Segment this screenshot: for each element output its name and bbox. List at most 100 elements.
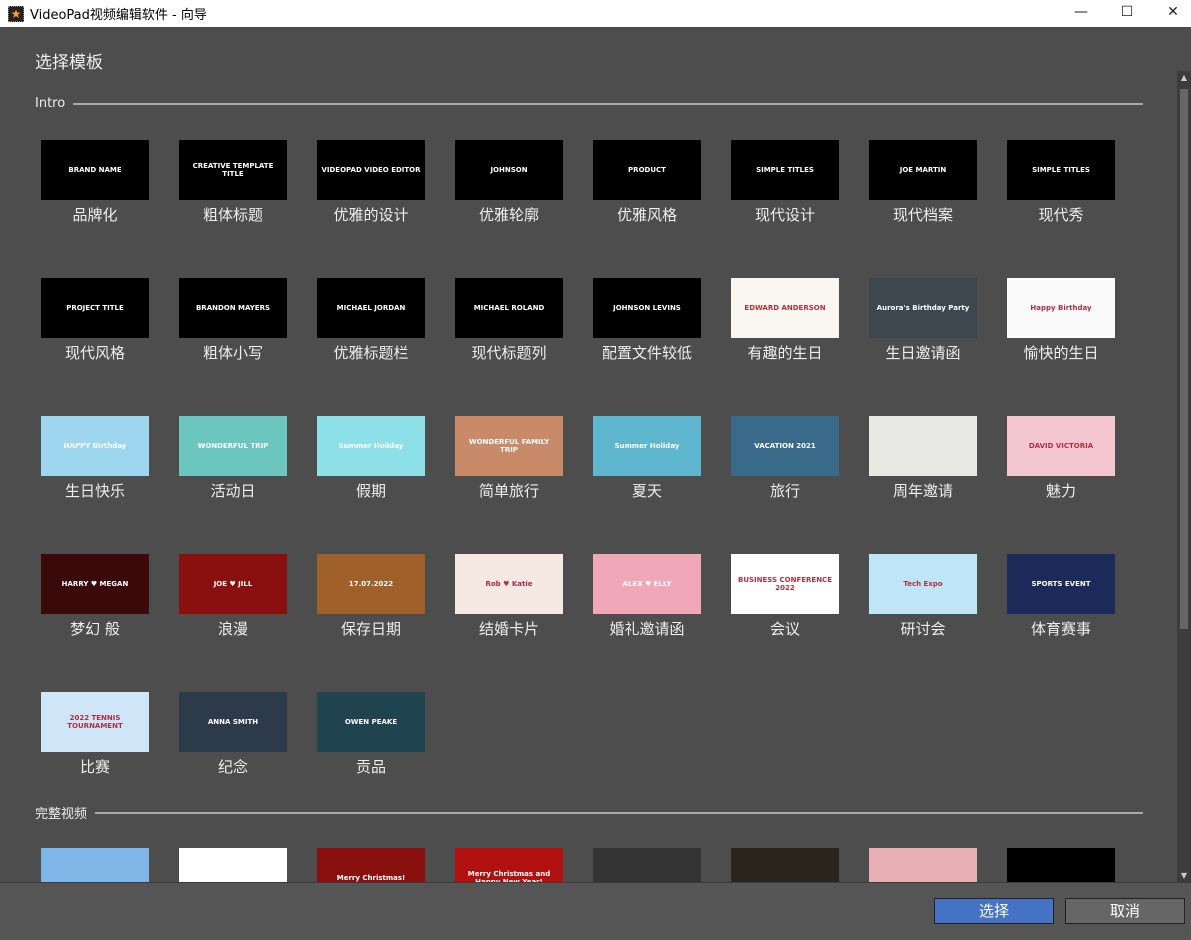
template-tile[interactable]: Tech Expo 研讨会 (869, 554, 977, 639)
template-thumbnail[interactable]: ANNA SMITH (179, 692, 287, 752)
template-thumbnail[interactable]: MICHAEL JORDAN (317, 278, 425, 338)
template-tile[interactable]: JOHNSON LEVINS 配置文件较低 (593, 278, 701, 363)
template-tile[interactable]: ALEX ♥ ELLY 婚礼邀请函 (593, 554, 701, 639)
template-tile[interactable]: OWEN PEAKE 贡品 (317, 692, 425, 777)
template-thumbnail[interactable]: SIMPLE TITLES (731, 140, 839, 200)
template-tile[interactable]: Summer Holiday 夏天 (593, 416, 701, 501)
template-tile[interactable]: WONDERFUL FAMILY TRIP 简单旅行 (455, 416, 563, 501)
template-tile[interactable]: JOHNSON 优雅轮廓 (455, 140, 563, 225)
template-thumbnail[interactable]: Tech Expo (869, 554, 977, 614)
template-thumbnail[interactable]: WONDERFUL FAMILY TRIP (455, 416, 563, 476)
template-thumbnail[interactable]: Merry Christmas and Happy New Year! (455, 848, 563, 882)
template-tile[interactable]: 17.07.2022 保存日期 (317, 554, 425, 639)
scrollbar-thumb[interactable] (1180, 89, 1188, 629)
template-tile[interactable]: Merry Christmas and Happy New Year! (455, 848, 563, 882)
template-tile[interactable]: VIDEOPAD VIDEO EDITOR 优雅的设计 (317, 140, 425, 225)
template-thumbnail[interactable] (179, 848, 287, 882)
template-thumbnail[interactable]: BUSINESS CONFERENCE 2022 (731, 554, 839, 614)
template-tile[interactable] (179, 848, 287, 882)
scrollbar[interactable]: ▲ ▼ (1177, 71, 1191, 882)
template-thumbnail[interactable]: 17.07.2022 (317, 554, 425, 614)
scroll-up-icon[interactable]: ▲ (1177, 73, 1191, 82)
template-tile[interactable]: Summer Holiday 假期 (317, 416, 425, 501)
template-thumbnail[interactable] (731, 848, 839, 882)
select-button[interactable]: 选择 (934, 898, 1054, 924)
template-tile[interactable] (869, 848, 977, 882)
template-thumbnail[interactable]: MICHAEL ROLAND (455, 278, 563, 338)
template-tile[interactable]: BUSINESS CONFERENCE 2022 会议 (731, 554, 839, 639)
template-thumbnail[interactable] (1007, 848, 1115, 882)
template-label: 粗体标题 (202, 206, 263, 224)
template-thumbnail[interactable]: SIMPLE TITLES (1007, 140, 1115, 200)
template-thumbnail[interactable]: 2022 TENNIS TOURNAMENT (41, 692, 149, 752)
template-thumbnail[interactable]: HARRY ♥ MEGAN (41, 554, 149, 614)
template-thumbnail[interactable] (593, 848, 701, 882)
template-tile[interactable]: PROJECT TITLE 现代风格 (41, 278, 149, 363)
template-thumbnail[interactable]: Summer Holiday (317, 416, 425, 476)
template-tile[interactable] (41, 848, 149, 882)
template-thumbnail[interactable]: JOE ♥ JILL (179, 554, 287, 614)
scroll-down-icon[interactable]: ▼ (1177, 871, 1191, 880)
template-thumbnail[interactable] (869, 848, 977, 882)
template-thumbnail[interactable]: CREATIVE TEMPLATE TITLE (179, 140, 287, 200)
template-thumbnail[interactable]: VACATION 2021 (731, 416, 839, 476)
template-tile[interactable]: PRODUCT 优雅风格 (593, 140, 701, 225)
template-tile[interactable]: SIMPLE TITLES 现代秀 (1007, 140, 1115, 225)
template-thumbnail[interactable] (869, 416, 977, 476)
template-tile[interactable]: DAVID VICTORIA 魅力 (1007, 416, 1115, 501)
template-thumbnail[interactable]: PROJECT TITLE (41, 278, 149, 338)
template-tile[interactable]: HAPPY Birthday 生日快乐 (41, 416, 149, 501)
template-tile[interactable]: SIMPLE TITLES 现代设计 (731, 140, 839, 225)
template-label: 愉快的生日 (1023, 344, 1099, 362)
template-tile[interactable]: ANNA SMITH 纪念 (179, 692, 287, 777)
template-thumbnail[interactable]: SPORTS EVENT (1007, 554, 1115, 614)
template-thumbnail[interactable]: OWEN PEAKE (317, 692, 425, 752)
template-tile[interactable] (593, 848, 701, 882)
template-tile[interactable]: Aurora's Birthday Party 生日邀请函 (869, 278, 977, 363)
template-thumbnail[interactable]: JOHNSON (455, 140, 563, 200)
template-thumbnail[interactable]: BRAND NAME (41, 140, 149, 200)
template-tile[interactable]: 周年邀请 (869, 416, 977, 501)
template-thumbnail[interactable] (41, 848, 149, 882)
template-tile[interactable] (731, 848, 839, 882)
template-thumbnail[interactable]: Summer Holiday (593, 416, 701, 476)
page-title: 选择模板 (35, 53, 103, 73)
template-thumbnail[interactable]: Merry Christmas! (317, 848, 425, 882)
maximize-button[interactable]: ☐ (1104, 0, 1150, 27)
template-tile[interactable]: JOE ♥ JILL 浪漫 (179, 554, 287, 639)
template-tile[interactable]: WONDERFUL TRIP 活动日 (179, 416, 287, 501)
template-thumbnail[interactable]: HAPPY Birthday (41, 416, 149, 476)
app-icon: ★ (8, 5, 24, 22)
template-thumbnail[interactable]: EDWARD ANDERSON (731, 278, 839, 338)
template-thumbnail[interactable]: Aurora's Birthday Party (869, 278, 977, 338)
template-thumbnail[interactable]: ALEX ♥ ELLY (593, 554, 701, 614)
template-thumbnail[interactable]: VIDEOPAD VIDEO EDITOR (317, 140, 425, 200)
template-tile[interactable]: Rob ♥ Katie 结婚卡片 (455, 554, 563, 639)
template-tile[interactable] (1007, 848, 1115, 882)
minimize-button[interactable]: — (1058, 0, 1104, 27)
template-thumbnail[interactable]: PRODUCT (593, 140, 701, 200)
template-tile[interactable]: MICHAEL ROLAND 现代标题列 (455, 278, 563, 363)
template-tile[interactable]: BRAND NAME 品牌化 (41, 140, 149, 225)
template-thumbnail[interactable]: DAVID VICTORIA (1007, 416, 1115, 476)
template-tile[interactable]: BRANDON MAYERS 粗体小写 (179, 278, 287, 363)
template-tile[interactable]: 2022 TENNIS TOURNAMENT 比赛 (41, 692, 149, 777)
template-thumbnail[interactable]: Happy Birthday (1007, 278, 1115, 338)
template-tile[interactable]: JOE MARTIN 现代档案 (869, 140, 977, 225)
template-thumbnail[interactable]: BRANDON MAYERS (179, 278, 287, 338)
template-tile[interactable]: EDWARD ANDERSON 有趣的生日 (731, 278, 839, 363)
template-label: 现代设计 (754, 206, 815, 224)
template-tile[interactable]: HARRY ♥ MEGAN 梦幻 般 (41, 554, 149, 639)
template-tile[interactable]: CREATIVE TEMPLATE TITLE 粗体标题 (179, 140, 287, 225)
template-tile[interactable]: Merry Christmas! (317, 848, 425, 882)
template-thumbnail[interactable]: JOE MARTIN (869, 140, 977, 200)
template-thumbnail[interactable]: WONDERFUL TRIP (179, 416, 287, 476)
template-thumbnail[interactable]: JOHNSON LEVINS (593, 278, 701, 338)
template-thumbnail[interactable]: Rob ♥ Katie (455, 554, 563, 614)
close-button[interactable]: ✕ (1150, 0, 1191, 27)
template-tile[interactable]: VACATION 2021 旅行 (731, 416, 839, 501)
template-tile[interactable]: Happy Birthday 愉快的生日 (1007, 278, 1115, 363)
template-tile[interactable]: SPORTS EVENT 体育赛事 (1007, 554, 1115, 639)
template-tile[interactable]: MICHAEL JORDAN 优雅标题栏 (317, 278, 425, 363)
cancel-button[interactable]: 取消 (1065, 898, 1185, 924)
